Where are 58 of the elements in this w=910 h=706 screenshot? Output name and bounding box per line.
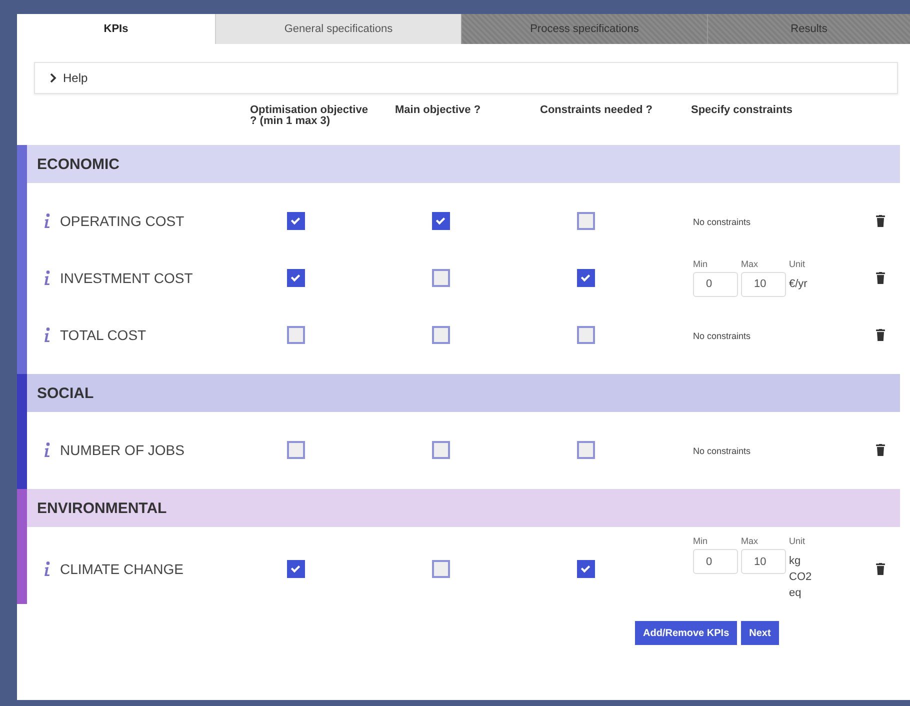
trash-icon[interactable] [876,562,884,574]
trash-icon[interactable] [876,444,884,456]
max-field[interactable]: 10 [741,272,786,296]
help-label: Help [63,71,88,85]
column-header: Constraints needed ? [539,105,654,116]
constraint-text: No constraints [693,446,751,456]
checkbox[interactable] [286,560,304,578]
column-header: Main objective ? [394,105,482,116]
info-icon[interactable] [43,326,51,342]
info-icon[interactable] [43,212,51,228]
checkbox[interactable] [286,326,304,344]
column-header: Specify constraints [690,105,794,116]
max-field[interactable]: 10 [741,549,786,574]
action-button[interactable]: Add/Remove KPIs [635,621,738,645]
checkbox[interactable] [286,440,304,458]
unit-label: Unit [789,258,806,268]
checkbox[interactable] [576,440,594,458]
min-label: Min [693,536,709,546]
trash-icon[interactable] [876,214,884,226]
kpi-name: CLIMATE CHANGE [60,560,184,576]
kpi-name: OPERATING COST [60,212,186,228]
max-label: Max [741,536,760,546]
checkbox[interactable] [286,268,304,286]
checkbox[interactable] [432,440,450,458]
chevron-icon [49,73,57,83]
kpi-name: NUMBER OF JOBS [60,442,186,458]
min-field[interactable]: 0 [693,549,738,574]
constraint-text: No constraints [693,216,751,226]
max-label: Max [741,258,760,268]
min-label: Min [693,258,709,268]
column-header: Optimisation objective ? (min 1 max 3) [249,105,368,127]
constraint-text: No constraints [693,330,751,340]
section-title: ENVIRONMENTAL [37,500,167,516]
help-panel[interactable]: Help [34,62,898,94]
kpi-name: TOTAL COST [60,326,148,342]
checkbox[interactable] [576,268,594,286]
checkbox[interactable] [432,268,450,286]
trash-icon[interactable] [876,328,884,340]
trash-icon[interactable] [876,272,884,284]
section-title: SOCIAL [37,384,94,402]
checkbox[interactable] [432,560,450,578]
unit-text: €/yr [789,276,808,292]
info-icon[interactable] [43,560,51,576]
checkbox[interactable] [432,326,450,344]
section-title: ECONOMIC [37,156,120,172]
unit-label: Unit [789,536,806,546]
checkbox[interactable] [576,212,594,230]
info-icon[interactable] [43,442,51,458]
checkbox[interactable] [576,326,594,344]
kpi-name: INVESTMENT COST [60,270,194,286]
unit-text: kg CO2 eq [789,554,813,601]
checkbox[interactable] [576,560,594,578]
info-icon[interactable] [43,270,51,286]
tab[interactable]: General specifications [215,14,461,44]
checkbox[interactable] [286,212,304,230]
checkbox[interactable] [432,212,450,230]
action-button[interactable]: Next [741,621,779,645]
min-field[interactable]: 0 [693,272,738,296]
